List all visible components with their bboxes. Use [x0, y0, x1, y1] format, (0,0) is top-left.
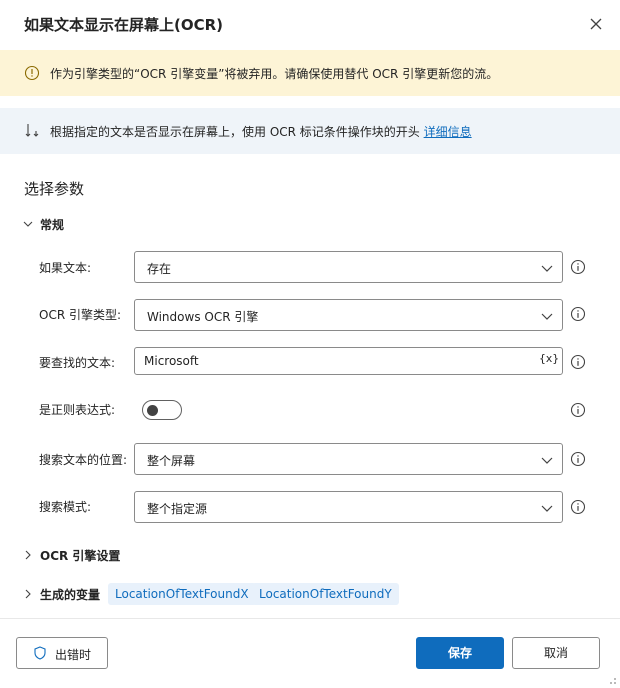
- action-info-bar: 根据指定的文本是否显示在屏幕上，使用 OCR 标记条件操作块的开头 详细信息: [0, 108, 620, 154]
- ocr-engine-value: Windows OCR 引擎: [147, 310, 259, 324]
- insert-variable-button[interactable]: {x}: [539, 352, 559, 365]
- variable-chip-x[interactable]: LocationOfTextFoundX: [108, 583, 256, 605]
- resize-grip-icon[interactable]: [604, 672, 618, 686]
- help-icon[interactable]: [570, 402, 586, 418]
- search-mode-label: 搜索模式:: [39, 500, 92, 514]
- learn-more-link[interactable]: 详细信息: [424, 125, 472, 139]
- dialog: 如果文本显示在屏幕上(OCR) 作为引擎类型的“OCR 引擎变量”将被弃用。请确…: [0, 0, 620, 688]
- help-icon[interactable]: [570, 306, 586, 322]
- if-text-label: 如果文本:: [39, 261, 92, 275]
- search-location-value: 整个屏幕: [147, 454, 196, 468]
- chevron-right-icon: [25, 589, 31, 599]
- ocr-engine-label: OCR 引擎类型:: [39, 308, 122, 322]
- ocr-engine-dropdown[interactable]: Windows OCR 引擎: [134, 299, 563, 331]
- generated-vars-label: 生成的变量: [40, 587, 101, 602]
- toggle-knob: [147, 405, 158, 416]
- general-group-toggle[interactable]: 常规: [22, 214, 64, 234]
- close-icon: [590, 18, 602, 30]
- warning-text: 作为引擎类型的“OCR 引擎变量”将被弃用。请确保使用替代 OCR 引擎更新您的…: [50, 67, 499, 81]
- general-group-label: 常规: [40, 217, 65, 232]
- info-description: 根据指定的文本是否显示在屏幕上，使用 OCR 标记条件操作块的开头: [50, 125, 424, 139]
- variable-chip-y[interactable]: LocationOfTextFoundY: [252, 583, 399, 605]
- text-to-find-value: Microsoft: [144, 354, 199, 368]
- on-error-label: 出错时: [55, 648, 92, 662]
- branch-icon: [25, 124, 39, 137]
- chevron-down-icon: [23, 221, 33, 227]
- text-to-find-label: 要查找的文本:: [39, 356, 116, 370]
- help-icon[interactable]: [570, 259, 586, 275]
- ocr-settings-label: OCR 引擎设置: [40, 548, 121, 563]
- close-button[interactable]: [584, 12, 608, 36]
- chevron-down-icon: [541, 313, 553, 320]
- help-icon[interactable]: [570, 354, 586, 370]
- help-icon[interactable]: [570, 499, 586, 515]
- deprecation-warning-bar: 作为引擎类型的“OCR 引擎变量”将被弃用。请确保使用替代 OCR 引擎更新您的…: [0, 50, 620, 96]
- section-title: 选择参数: [24, 180, 85, 198]
- cancel-label: 取消: [543, 646, 568, 660]
- text-to-find-input[interactable]: Microsoft {x}: [134, 347, 563, 375]
- chevron-down-icon: [541, 265, 553, 272]
- if-text-value: 存在: [147, 262, 172, 276]
- chevron-down-icon: [541, 457, 553, 464]
- on-error-button[interactable]: 出错时: [16, 637, 108, 669]
- generated-vars-group-toggle[interactable]: 生成的变量: [22, 584, 100, 604]
- search-location-dropdown[interactable]: 整个屏幕: [134, 443, 563, 475]
- dialog-title: 如果文本显示在屏幕上(OCR): [24, 16, 224, 34]
- save-button[interactable]: 保存: [416, 637, 504, 669]
- info-text: 根据指定的文本是否显示在屏幕上，使用 OCR 标记条件操作块的开头 详细信息: [50, 123, 472, 140]
- title-bar: 如果文本显示在屏幕上(OCR): [0, 0, 620, 48]
- save-label: 保存: [447, 646, 472, 660]
- search-mode-value: 整个指定源: [147, 502, 208, 516]
- cancel-button[interactable]: 取消: [512, 637, 600, 669]
- search-location-label: 搜索文本的位置:: [39, 453, 128, 467]
- is-regex-toggle[interactable]: [142, 400, 182, 420]
- chevron-down-icon: [541, 505, 553, 512]
- search-mode-dropdown[interactable]: 整个指定源: [134, 491, 563, 523]
- if-text-dropdown[interactable]: 存在: [134, 251, 563, 283]
- help-icon[interactable]: [570, 451, 586, 467]
- is-regex-label: 是正则表达式:: [39, 403, 116, 417]
- footer-divider: [0, 618, 620, 619]
- shield-icon: [34, 646, 46, 660]
- ocr-settings-group-toggle[interactable]: OCR 引擎设置: [22, 545, 120, 565]
- warning-info-icon: [24, 65, 40, 81]
- chevron-right-icon: [25, 550, 31, 560]
